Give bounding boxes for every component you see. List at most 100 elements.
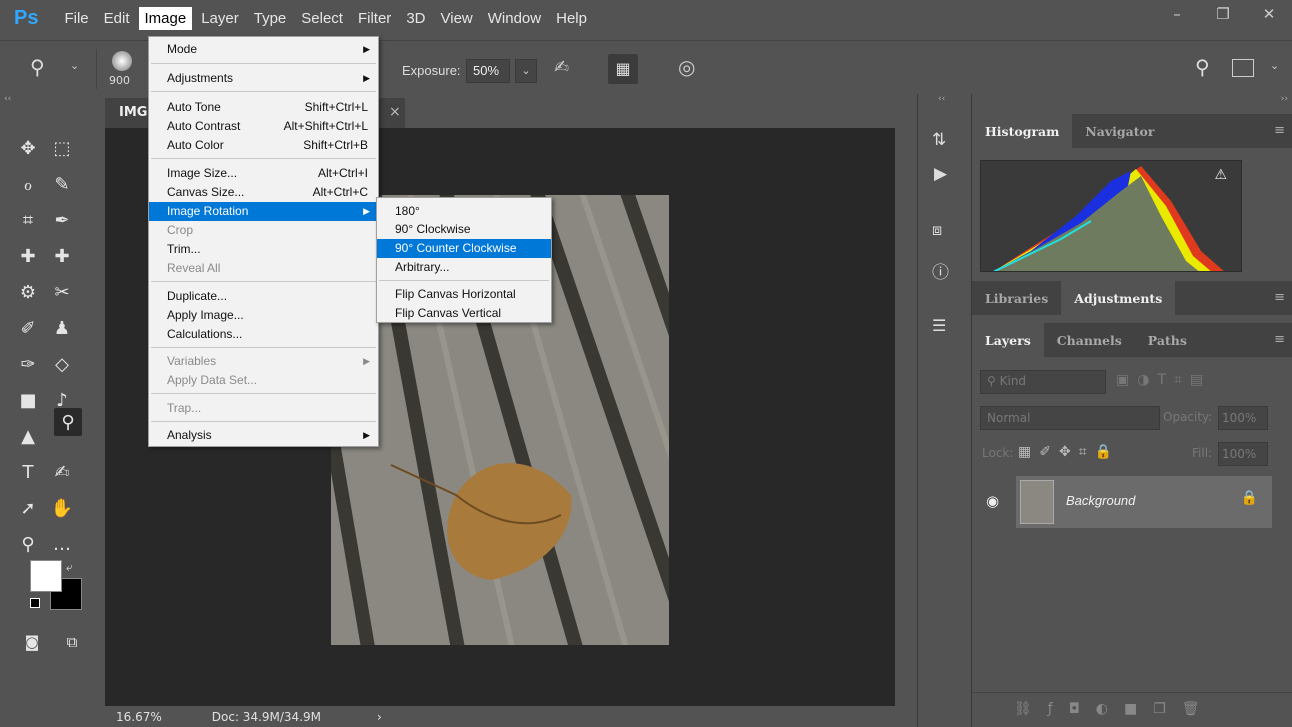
- quick-select-tool-icon[interactable]: ✎: [48, 170, 76, 198]
- lock-icons[interactable]: ▦✐✥⌗🔒: [1018, 444, 1120, 460]
- menu-item-flip-horizontal[interactable]: Flip Canvas Horizontal: [377, 285, 551, 304]
- info-panel-icon[interactable]: ⓘ: [932, 258, 949, 283]
- minimize-button[interactable]: –: [1154, 0, 1200, 28]
- menu-item-arbitrary[interactable]: Arbitrary...: [377, 258, 551, 277]
- tab-libraries[interactable]: Libraries: [972, 281, 1061, 315]
- close-tab-icon[interactable]: ×: [389, 104, 401, 120]
- history-panel-icon[interactable]: ⇅: [932, 130, 946, 150]
- menu-select[interactable]: Select: [295, 7, 349, 30]
- pressure-icon[interactable]: ◎: [678, 55, 695, 79]
- layer-actions-bar[interactable]: ⛓ƒ◘◐■❐🗑: [972, 692, 1292, 727]
- lasso-tool-icon[interactable]: ℴ: [14, 170, 42, 198]
- menu-item-apply-image[interactable]: Apply Image...: [149, 306, 378, 325]
- eyedropper-tool-icon[interactable]: ✒: [48, 206, 76, 234]
- swap-colors-icon[interactable]: ⤶: [66, 560, 73, 575]
- warning-icon[interactable]: ⚠: [1214, 167, 1227, 183]
- zoom-level[interactable]: 16.67%: [116, 710, 162, 724]
- panel-menu-icon[interactable]: ≡: [1274, 332, 1285, 347]
- history-brush-tool-icon[interactable]: ✑: [14, 350, 42, 378]
- tab-layers[interactable]: Layers: [972, 323, 1044, 357]
- menu-item-rotate-180[interactable]: 180°: [377, 202, 551, 221]
- menu-item-duplicate[interactable]: Duplicate...: [149, 287, 378, 306]
- brush-tool-icon[interactable]: ✐: [14, 314, 42, 342]
- workspace-chevron-icon[interactable]: ⌄: [1270, 59, 1279, 72]
- patch-tool-icon[interactable]: ✚: [48, 242, 76, 270]
- menu-filter[interactable]: Filter: [352, 7, 397, 30]
- restore-button[interactable]: ❐: [1200, 0, 1246, 28]
- layer-filter-icons[interactable]: ▣◑T⌗▤: [1116, 372, 1211, 388]
- pen-tool-icon[interactable]: ✍: [48, 458, 76, 486]
- close-button[interactable]: ✕: [1246, 0, 1292, 28]
- menu-edit[interactable]: Edit: [98, 7, 136, 30]
- menu-file[interactable]: File: [58, 7, 94, 30]
- tool-preset-chevron-icon[interactable]: ⌄: [70, 59, 79, 72]
- menu-item-flip-vertical[interactable]: Flip Canvas Vertical: [377, 304, 551, 323]
- menu-item-auto-tone[interactable]: Auto Tone Shift+Ctrl+L: [149, 98, 378, 117]
- hand-tool-icon[interactable]: ✋: [48, 494, 76, 522]
- collapse-icon[interactable]: ‹‹: [938, 94, 945, 104]
- workspace-icon[interactable]: [1232, 59, 1254, 77]
- menu-item-calculations[interactable]: Calculations...: [149, 325, 378, 344]
- opacity-input[interactable]: 100%: [1218, 406, 1268, 430]
- menu-image[interactable]: Image: [138, 6, 193, 30]
- gradient-tool-icon[interactable]: ■: [14, 386, 42, 414]
- tab-adjustments[interactable]: Adjustments: [1061, 281, 1176, 315]
- menu-item-canvas-size[interactable]: Canvas Size... Alt+Ctrl+C: [149, 183, 378, 202]
- menu-item-auto-contrast[interactable]: Auto Contrast Alt+Shift+Ctrl+L: [149, 117, 378, 136]
- fill-input[interactable]: 100%: [1218, 442, 1268, 466]
- path-select-tool-icon[interactable]: ➚: [14, 494, 42, 522]
- menu-item-auto-color[interactable]: Auto Color Shift+Ctrl+B: [149, 136, 378, 155]
- tab-navigator[interactable]: Navigator: [1072, 114, 1167, 148]
- menu-item-image-rotation[interactable]: Image Rotation ▶: [149, 202, 378, 221]
- layer-row[interactable]: Background 🔒: [1016, 476, 1272, 528]
- screen-mode-icon[interactable]: ⧉: [58, 628, 86, 656]
- menu-type[interactable]: Type: [248, 7, 293, 30]
- collapse-icon[interactable]: ‹‹: [4, 94, 11, 104]
- exposure-input[interactable]: 50%: [466, 59, 510, 83]
- search-icon[interactable]: ⚲: [1195, 55, 1210, 79]
- layer-kind-filter[interactable]: ⚲ Kind: [980, 370, 1106, 394]
- menu-item-analysis[interactable]: Analysis ▶: [149, 426, 378, 445]
- red-eye-tool-icon[interactable]: ✂: [48, 278, 76, 306]
- menu-item-mode[interactable]: Mode ▶: [149, 40, 378, 59]
- content-aware-tool-icon[interactable]: ⚙: [14, 278, 42, 306]
- type-tool-icon[interactable]: T: [14, 458, 42, 486]
- healing-brush-tool-icon[interactable]: ✚: [14, 242, 42, 270]
- protect-tones-icon[interactable]: ▦: [608, 54, 638, 84]
- menu-item-rotate-90-cw[interactable]: 90° Clockwise: [377, 220, 551, 239]
- clone-stamp-tool-icon[interactable]: ♟: [48, 314, 76, 342]
- menu-item-adjustments[interactable]: Adjustments ▶: [149, 69, 378, 88]
- airbrush-icon[interactable]: ✍: [554, 57, 569, 78]
- menu-3d[interactable]: 3D: [400, 7, 431, 30]
- 3d-panel-icon[interactable]: ⧈: [932, 220, 942, 240]
- menu-layer[interactable]: Layer: [195, 7, 245, 30]
- actions-panel-icon[interactable]: ▶: [934, 164, 947, 184]
- panel-menu-icon[interactable]: ≡: [1274, 290, 1285, 305]
- blend-mode-select[interactable]: Normal: [980, 406, 1160, 430]
- zoom-tool-icon[interactable]: ⚲: [14, 530, 42, 558]
- dodge-tool-icon[interactable]: ▲: [14, 422, 42, 450]
- eraser-tool-icon[interactable]: ◇: [48, 350, 76, 378]
- sponge-tool-icon[interactable]: ⚲: [54, 408, 82, 436]
- panel-menu-icon[interactable]: ≡: [1274, 123, 1285, 138]
- crop-tool-icon[interactable]: ⌗: [14, 206, 42, 234]
- properties-panel-icon[interactable]: ☰: [932, 316, 946, 335]
- menu-window[interactable]: Window: [482, 7, 547, 30]
- menu-help[interactable]: Help: [550, 7, 593, 30]
- expand-icon[interactable]: ››: [1281, 94, 1288, 104]
- exposure-dropdown-icon[interactable]: ⌄: [515, 59, 537, 83]
- move-tool-icon[interactable]: ✥: [14, 134, 42, 162]
- tab-paths[interactable]: Paths: [1135, 323, 1200, 357]
- quick-mask-icon[interactable]: ◙: [18, 628, 46, 656]
- sponge-tool-icon[interactable]: ⚲: [30, 55, 45, 79]
- more-tools-icon[interactable]: …: [48, 530, 76, 558]
- menu-item-rotate-90-ccw[interactable]: 90° Counter Clockwise: [377, 239, 551, 258]
- menu-item-trim[interactable]: Trim...: [149, 240, 378, 259]
- menu-item-image-size[interactable]: Image Size... Alt+Ctrl+I: [149, 164, 378, 183]
- default-colors-icon[interactable]: [30, 598, 40, 608]
- visibility-eye-icon[interactable]: ◉: [986, 492, 999, 510]
- foreground-color-swatch[interactable]: [30, 560, 62, 592]
- brush-preview-icon[interactable]: [112, 51, 132, 71]
- marquee-tool-icon[interactable]: ⬚: [48, 134, 76, 162]
- menu-view[interactable]: View: [435, 7, 479, 30]
